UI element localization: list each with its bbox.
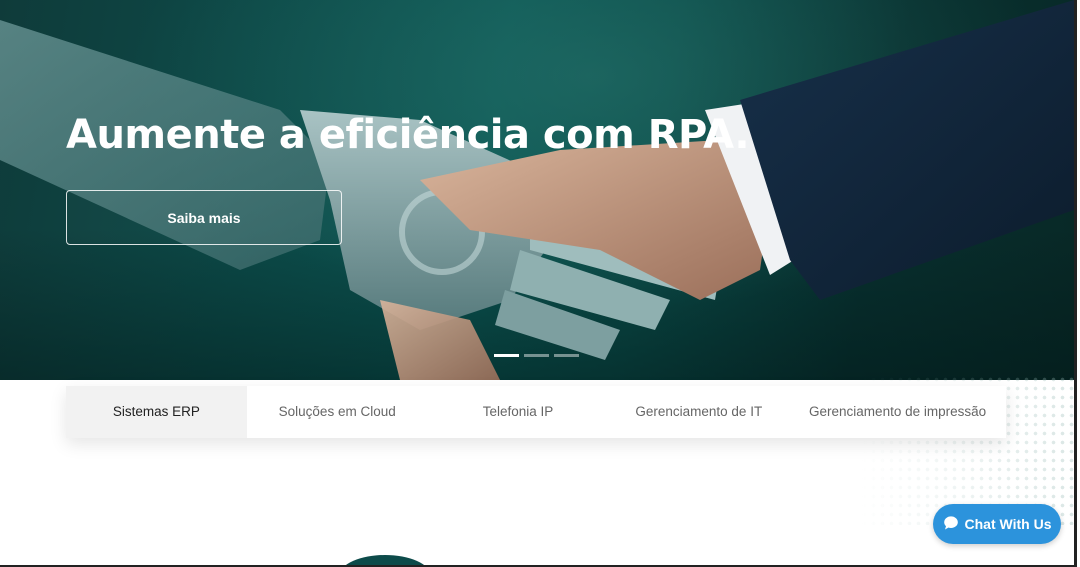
chat-label: Chat With Us xyxy=(964,516,1052,532)
slide-dot-1[interactable] xyxy=(494,354,519,357)
tab-telefonia-ip[interactable]: Telefonia IP xyxy=(428,386,609,438)
tab-gerenciamento-impressao[interactable]: Gerenciamento de impressão xyxy=(789,386,1006,438)
tab-gerenciamento-it[interactable]: Gerenciamento de IT xyxy=(608,386,789,438)
slide-dot-3[interactable] xyxy=(554,354,579,357)
section-arc-decoration xyxy=(340,555,430,565)
chat-with-us-button[interactable]: Chat With Us xyxy=(933,504,1061,544)
hero-banner: Aumente a eficiência com RPA. Saiba mais xyxy=(0,0,1074,380)
saiba-mais-button[interactable]: Saiba mais xyxy=(66,190,342,245)
page-frame: Aumente a eficiência com RPA. Saiba mais… xyxy=(0,0,1077,567)
chat-bubble-icon xyxy=(943,515,959,534)
service-tabs: Sistemas ERP Soluções em Cloud Telefonia… xyxy=(66,386,1006,438)
slider-dots xyxy=(494,354,579,357)
slide-dot-2[interactable] xyxy=(524,354,549,357)
hero-title: Aumente a eficiência com RPA. xyxy=(66,112,750,158)
tab-solucoes-cloud[interactable]: Soluções em Cloud xyxy=(247,386,428,438)
tab-sistemas-erp[interactable]: Sistemas ERP xyxy=(66,386,247,438)
